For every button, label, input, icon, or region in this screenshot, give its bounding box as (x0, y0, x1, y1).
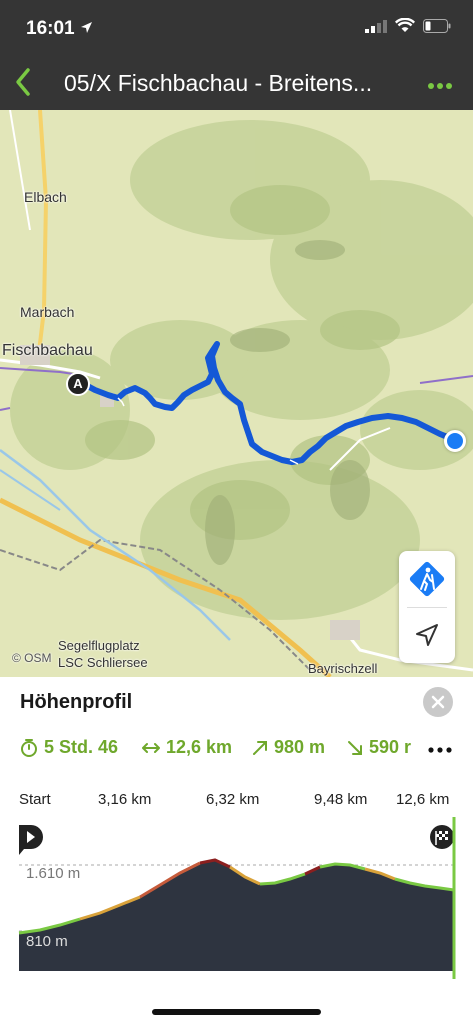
battery-icon (423, 18, 451, 33)
elevation-min-label: 810 m (26, 933, 68, 950)
more-dots-icon (428, 747, 452, 753)
position-slider[interactable] (444, 783, 464, 823)
finish-flag-icon (430, 825, 454, 849)
place-label-fischbachau: Fischbachau (2, 342, 93, 359)
descent-value: 590 r (369, 737, 412, 757)
place-label-bayrischzell: Bayrischzell (308, 661, 378, 676)
distance-arrows-icon (142, 742, 160, 753)
home-indicator (152, 1009, 321, 1015)
activity-type-button[interactable] (399, 551, 455, 607)
start-marker[interactable]: A (66, 372, 90, 396)
place-label-marbach: Marbach (20, 304, 75, 320)
stat-distance: 12,6 km (142, 737, 232, 758)
tour-stats: 5 Std. 46 12,6 km 980 m 590 r (20, 737, 473, 763)
locate-me-button[interactable] (399, 607, 455, 663)
hiking-icon (409, 561, 445, 597)
more-options-button[interactable] (427, 78, 453, 89)
ascent-arrow-icon (253, 740, 267, 755)
stopwatch-icon (21, 738, 37, 757)
wifi-icon (395, 18, 415, 32)
stat-ascent: 980 m (252, 737, 325, 758)
current-location-dot (444, 430, 466, 452)
back-button[interactable] (8, 64, 44, 100)
elevation-profile-chart (18, 817, 456, 979)
descent-arrow-icon (348, 740, 362, 755)
axis-label-start: Start (19, 791, 51, 808)
signal-icon (365, 19, 387, 33)
stat-duration: 5 Std. 46 (20, 737, 118, 758)
close-button[interactable] (423, 687, 453, 717)
navigation-arrow-icon (416, 624, 438, 646)
distance-value: 12,6 km (166, 737, 233, 757)
axis-label-4: 12,6 km (396, 791, 450, 808)
status-time: 16:01 (26, 18, 75, 39)
chevron-left-icon (16, 68, 30, 96)
axis-label-1: 3,16 km (98, 791, 152, 808)
place-label-elbach: Elbach (24, 189, 67, 205)
stat-descent: 590 r (347, 737, 411, 758)
map-attribution: © OSM (12, 651, 52, 665)
elevation-panel: Höhenprofil 5 Std. 46 12,6 km 980 m 590 … (0, 677, 473, 1024)
duration-value: 5 Std. 46 (44, 737, 119, 757)
start-flag-icon (19, 825, 43, 855)
place-label-lsc-schliersee: LSC Schliersee (58, 655, 148, 670)
navigation-bar: 05/X Fischbachau - Breitens... (0, 56, 473, 110)
axis-label-2: 6,32 km (206, 791, 260, 808)
distance-axis: Start 3,16 km 6,32 km 9,48 km 12,6 km (0, 791, 473, 815)
location-arrow-icon (81, 22, 92, 33)
elevation-max-label: 1.610 m (26, 865, 81, 882)
page-title: 05/X Fischbachau - Breitens... (64, 70, 373, 96)
axis-label-3: 9,48 km (314, 791, 368, 808)
panel-title: Höhenprofil (20, 691, 133, 713)
place-label-segelflugplatz: Segelflugplatz (58, 638, 140, 653)
map-controls (399, 551, 455, 663)
close-icon (431, 695, 445, 709)
stats-more-button[interactable] (428, 737, 473, 763)
ascent-value: 980 m (274, 737, 326, 757)
more-dots-icon (428, 83, 452, 89)
status-bar: 16:01 (0, 0, 473, 56)
